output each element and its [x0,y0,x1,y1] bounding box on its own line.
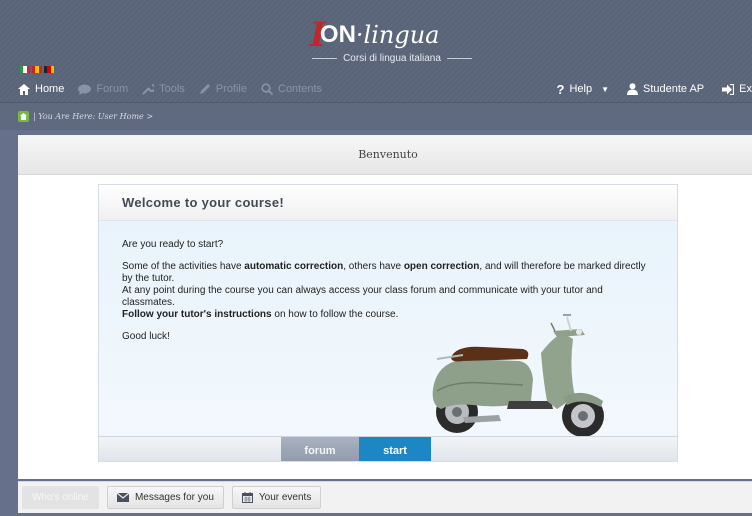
welcome-paragraph-forum: At any point during the course you can a… [122,285,603,308]
messages-button[interactable]: Messages for you [106,486,224,509]
forum-button[interactable]: forum [281,437,359,461]
logo-lingua: ·lingua [355,21,440,49]
nav-profile[interactable]: Profile [199,83,247,95]
whos-online-button[interactable]: Who's online [22,486,99,509]
text-fragment: , others have [343,261,404,272]
events-label: Your events [258,492,312,503]
page-title-bar: Benvenuto [18,135,752,175]
breadcrumb: | You Are Here: User Home > [0,103,752,130]
nav-forum-label: Forum [96,83,129,95]
card-footer: forum start [99,436,677,461]
logo[interactable]: ION·lingua [310,18,480,52]
scooter-image [432,314,604,437]
breadcrumb-text[interactable]: | You Are Here: User Home > [33,112,153,121]
nav-home[interactable]: Home [18,83,64,95]
flag-es-icon[interactable] [32,66,42,73]
flag-de-icon[interactable] [44,66,54,73]
nav-exit[interactable]: Ex [722,83,752,95]
nav-exit-label: Ex [739,83,752,95]
home-badge-icon[interactable] [18,111,29,122]
whos-online-label: Who's online [32,492,89,503]
nav-user-label: Studente AP [642,83,705,95]
language-flags[interactable] [20,66,54,73]
caret-down-icon: ▼ [601,84,609,94]
welcome-line-ready: Are you ready to start? [122,239,224,250]
question-icon: ? [556,81,565,97]
envelope-icon [116,493,129,502]
calendar-icon [241,492,253,503]
text-fragment: Some of the activities have [122,261,245,272]
nav-home-label: Home [35,83,65,95]
text-fragment: on how to follow the course. [271,309,399,320]
nav-tools-label: Tools [159,83,185,95]
text-open-correction: open correction [403,261,480,272]
home-icon [18,83,30,95]
events-button[interactable]: Your events [231,486,322,509]
header: ION·lingua Corsi di lingua italiana Home… [0,0,752,103]
divider [312,58,338,59]
text-follow-instructions: Follow your tutor's instructions [122,309,272,320]
divider [446,58,472,59]
search-icon [261,83,273,95]
nav-help[interactable]: ? Help ▼ [556,82,609,97]
exit-icon [722,83,735,95]
logo-subtitle-row: Corsi di lingua italiana [312,53,472,64]
welcome-paragraph-corrections: Some of the activities have automatic co… [122,261,652,285]
nav-tools[interactable]: Tools [142,83,185,95]
nav-user[interactable]: Studente AP [626,83,705,95]
bottom-bar: Who's online Messages for you Your event… [18,481,752,513]
flag-it-icon[interactable] [20,66,30,73]
nav-right: ? Help ▼ Studente AP Ex [538,77,752,101]
pencil-icon [199,84,210,94]
speech-bubble-icon [78,84,92,95]
welcome-card-header: Welcome to your course! [99,185,677,221]
nav-profile-label: Profile [215,83,247,95]
user-icon [626,83,638,95]
main-panel: Benvenuto Welcome to your course! Are yo… [18,135,752,479]
wrench-icon [142,84,155,95]
nav-help-label: Help [569,83,593,95]
welcome-heading: Welcome to your course! [122,195,284,210]
start-button[interactable]: start [359,437,431,461]
text-automatic-correction: automatic correction [244,261,344,272]
nav-forum[interactable]: Forum [78,83,128,95]
nav-contents-label: Contents [278,83,323,95]
welcome-card: Welcome to your course! Are you ready to… [98,184,678,462]
logo-subtitle: Corsi di lingua italiana [343,53,441,64]
page-title: Benvenuto [358,148,418,161]
main-nav: Home Forum Tools Profile Contents ? Help… [0,77,752,101]
messages-label: Messages for you [134,492,214,503]
nav-contents[interactable]: Contents [261,83,322,95]
logo-on: ON [319,21,356,48]
